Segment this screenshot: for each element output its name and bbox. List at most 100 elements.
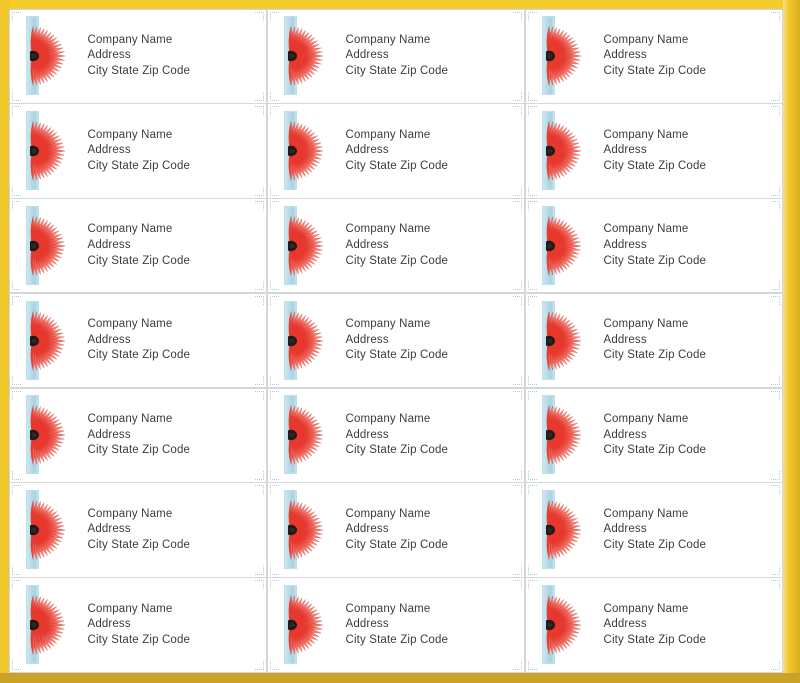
address-line: City State Zip Code: [87, 444, 191, 457]
label-cell[interactable]: Company Name Address City State Zip Code: [524, 8, 783, 104]
address-block[interactable]: Company Name Address City State Zip Code: [604, 602, 707, 649]
address-block[interactable]: Company Name Address City State Zip Code: [604, 222, 707, 269]
red-gerbera-daisy-icon: [29, 398, 76, 472]
address-block[interactable]: Company Name Address City State Zip Code: [604, 128, 707, 175]
crop-mark-tr: [771, 106, 780, 116]
label-cell[interactable]: Company Name Address City State Zip Code: [266, 292, 525, 389]
address-line: Company Name: [603, 412, 689, 425]
label-cell[interactable]: Company Name Address City State Zip Code: [266, 387, 525, 483]
address-line: Company Name: [345, 128, 431, 141]
label-cell[interactable]: Company Name Address City State Zip Code: [524, 482, 783, 578]
crop-mark-tr: [771, 11, 780, 21]
crop-mark-br: [255, 376, 264, 386]
label-graphic: [277, 10, 339, 103]
label-cell[interactable]: Company Name Address City State Zip Code: [8, 292, 267, 389]
address-block[interactable]: Company Name Address City State Zip Code: [88, 602, 191, 649]
label-cell[interactable]: Company Name Address City State Zip Code: [266, 103, 525, 199]
address-block[interactable]: Company Name Address City State Zip Code: [88, 317, 191, 364]
address-line: City State Zip Code: [87, 64, 191, 77]
address-line: City State Zip Code: [603, 159, 707, 172]
label-cell[interactable]: Company Name Address City State Zip Code: [266, 8, 525, 104]
crop-mark-br: [771, 470, 780, 480]
address-block[interactable]: Company Name Address City State Zip Code: [604, 507, 707, 554]
address-line: Address: [345, 618, 389, 631]
label-cell[interactable]: Company Name Address City State Zip Code: [524, 292, 783, 389]
address-block[interactable]: Company Name Address City State Zip Code: [604, 33, 707, 80]
address-block[interactable]: Company Name Address City State Zip Code: [604, 412, 707, 459]
label-graphic: [277, 483, 339, 576]
red-gerbera-daisy-icon: [29, 304, 76, 378]
address-block[interactable]: Company Name Address City State Zip Code: [346, 128, 449, 175]
address-line: Company Name: [345, 602, 431, 615]
label-graphic: [277, 104, 339, 197]
address-line: Company Name: [603, 128, 689, 141]
red-gerbera-daisy-icon: [29, 209, 76, 283]
crop-mark-tr: [513, 11, 522, 21]
label-graphic: [535, 199, 597, 292]
label-cell[interactable]: Company Name Address City State Zip Code: [266, 577, 525, 673]
address-line: City State Zip Code: [603, 349, 707, 362]
label-graphic: [19, 10, 81, 103]
label-cell[interactable]: Company Name Address City State Zip Code: [524, 103, 783, 199]
address-line: City State Zip Code: [603, 538, 707, 551]
address-line: Company Name: [87, 33, 173, 46]
address-line: Address: [87, 523, 131, 536]
address-line: City State Zip Code: [87, 349, 191, 362]
address-line: Company Name: [345, 33, 431, 46]
address-block[interactable]: Company Name Address City State Zip Code: [604, 317, 707, 364]
address-block[interactable]: Company Name Address City State Zip Code: [88, 128, 191, 175]
label-graphic: [19, 294, 81, 387]
address-block[interactable]: Company Name Address City State Zip Code: [346, 507, 449, 554]
crop-mark-tr: [513, 580, 522, 590]
crop-mark-br: [771, 565, 780, 575]
address-block[interactable]: Company Name Address City State Zip Code: [88, 222, 191, 269]
red-gerbera-daisy-icon: [545, 114, 592, 188]
address-block[interactable]: Company Name Address City State Zip Code: [88, 507, 191, 554]
address-line: City State Zip Code: [603, 64, 707, 77]
label-cell[interactable]: Company Name Address City State Zip Code: [266, 198, 525, 294]
label-graphic: [277, 199, 339, 292]
address-line: City State Zip Code: [603, 444, 707, 457]
address-line: Address: [345, 523, 389, 536]
red-gerbera-daisy-icon: [545, 588, 592, 662]
address-block[interactable]: Company Name Address City State Zip Code: [88, 412, 191, 459]
address-block[interactable]: Company Name Address City State Zip Code: [346, 412, 449, 459]
address-block[interactable]: Company Name Address City State Zip Code: [346, 33, 449, 80]
address-line: Company Name: [87, 602, 173, 615]
address-block[interactable]: Company Name Address City State Zip Code: [346, 317, 449, 364]
crop-mark-br: [255, 281, 264, 291]
address-line: Address: [345, 428, 389, 441]
red-gerbera-daisy-icon: [287, 304, 334, 378]
label-cell[interactable]: Company Name Address City State Zip Code: [8, 482, 267, 578]
crop-mark-br: [255, 660, 264, 670]
address-line: Address: [603, 523, 647, 536]
crop-mark-br: [513, 660, 522, 670]
crop-mark-br: [255, 186, 264, 196]
label-sheet: Company Name Address City State Zip Code Co…: [0, 0, 800, 683]
crop-mark-br: [513, 565, 522, 575]
printable-page: Company Name Address City State Zip Code Co…: [8, 8, 783, 673]
label-cell[interactable]: Company Name Address City State Zip Code: [524, 577, 783, 673]
crop-mark-br: [513, 470, 522, 480]
label-cell[interactable]: Company Name Address City State Zip Code: [8, 8, 267, 104]
label-cell[interactable]: Company Name Address City State Zip Code: [8, 198, 267, 294]
label-cell[interactable]: Company Name Address City State Zip Code: [8, 577, 267, 673]
label-cell[interactable]: Company Name Address City State Zip Code: [8, 103, 267, 199]
label-cell[interactable]: Company Name Address City State Zip Code: [524, 387, 783, 483]
address-line: City State Zip Code: [345, 349, 449, 362]
label-cell[interactable]: Company Name Address City State Zip Code: [266, 482, 525, 578]
label-cell[interactable]: Company Name Address City State Zip Code: [524, 198, 783, 294]
address-block[interactable]: Company Name Address City State Zip Code: [346, 602, 449, 649]
label-grid: Company Name Address City State Zip Code Co…: [8, 8, 783, 673]
red-gerbera-daisy-icon: [29, 588, 76, 662]
crop-mark-br: [255, 91, 264, 101]
address-line: Address: [603, 49, 647, 62]
address-block[interactable]: Company Name Address City State Zip Code: [346, 222, 449, 269]
red-gerbera-daisy-icon: [287, 114, 334, 188]
address-line: Company Name: [603, 602, 689, 615]
red-gerbera-daisy-icon: [545, 19, 592, 93]
address-line: Address: [603, 618, 647, 631]
label-cell[interactable]: Company Name Address City State Zip Code: [8, 387, 267, 483]
address-block[interactable]: Company Name Address City State Zip Code: [88, 33, 191, 80]
label-graphic: [535, 389, 597, 482]
